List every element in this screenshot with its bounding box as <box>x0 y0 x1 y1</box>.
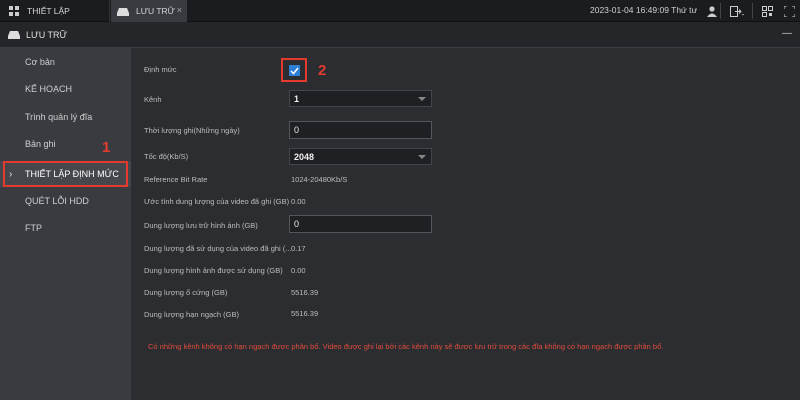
est-video-value: 0.00 <box>291 197 306 206</box>
bitrate-select[interactable]: 2048 <box>289 148 432 165</box>
channel-select[interactable]: 1 <box>289 90 432 107</box>
sidebar-item-schedule[interactable]: KẾ HOẠCH <box>0 76 131 102</box>
quota-capacity-value: 5516.39 <box>291 309 319 318</box>
notice-text: Có những kênh không có hạn ngạch được ph… <box>148 342 664 351</box>
sidebar-item-disk-manager[interactable]: Trình quản lý đĩa <box>0 104 131 130</box>
chevron-down-icon <box>418 155 426 159</box>
main-panel: Định mức 2 Kênh 1 Thời lượng ghi(Những n… <box>132 48 800 400</box>
sidebar-item-label: Bản ghi <box>25 139 56 149</box>
sidebar-item-hdd-check[interactable]: QUÉT LỖI HDD <box>0 188 131 214</box>
hdd-capacity-label: Dung lượng ổ cứng (GB) <box>144 288 228 297</box>
tab-settings[interactable]: THIẾT LẬP <box>0 0 110 22</box>
sidebar-item-basic[interactable]: Cơ bản <box>0 49 131 75</box>
sidebar-item-label: QUÉT LỖI HDD <box>25 196 89 206</box>
checkmark-icon <box>290 67 299 75</box>
used-image-value: 0.00 <box>291 266 306 275</box>
sidebar-item-label: Trình quản lý đĩa <box>25 112 93 122</box>
used-video-value: 0.17 <box>291 244 306 253</box>
image-capacity-input[interactable]: 0 <box>289 215 432 233</box>
image-capacity-label: Dung lượng lưu trữ hình ảnh (GB) <box>144 221 258 230</box>
tab-settings-label: THIẾT LẬP <box>27 6 70 16</box>
channel-label: Kênh <box>144 95 162 104</box>
channel-value: 1 <box>294 93 300 104</box>
section-header: LƯU TRỮ — <box>0 22 800 48</box>
divider <box>752 3 753 19</box>
record-days-label: Thời lượng ghi(Những ngày) <box>144 126 240 135</box>
sidebar: Cơ bản KẾ HOẠCH Trình quản lý đĩa Bản gh… <box>0 48 131 400</box>
quota-checkbox[interactable] <box>289 65 300 76</box>
user-icon[interactable] <box>705 4 719 18</box>
annotation-2: 2 <box>318 62 327 79</box>
quota-label: Định mức <box>144 65 177 74</box>
tab-storage[interactable]: LƯU TRỮ × <box>111 0 187 22</box>
datetime: 2023-01-04 16:49:09 Thứ tư <box>590 5 698 15</box>
ref-bitrate-label: Reference Bit Rate <box>144 175 208 184</box>
record-days-input[interactable]: 0 <box>289 121 432 139</box>
sidebar-item-label: FTP <box>25 223 42 233</box>
top-bar: THIẾT LẬP LƯU TRỮ × 2023-01-04 16:49:09 … <box>0 0 800 22</box>
sidebar-item-record[interactable]: Bản ghi <box>0 131 131 157</box>
ref-bitrate-value: 1024-20480Kb/S <box>291 175 348 184</box>
sidebar-item-label: KẾ HOẠCH <box>25 84 73 94</box>
minimize-button[interactable]: — <box>782 28 792 39</box>
section-title: LƯU TRỮ <box>26 29 68 40</box>
grid-icon <box>8 6 20 16</box>
used-image-label: Dung lượng hình ảnh được sử dụng (GB) <box>144 266 283 275</box>
highlight-box <box>281 58 307 82</box>
used-video-label: Dung lượng đã sử dụng của video đã ghi (… <box>144 244 292 253</box>
divider <box>720 3 721 19</box>
tab-storage-label: LƯU TRỮ <box>136 6 175 16</box>
bitrate-value: 2048 <box>294 151 315 162</box>
sidebar-item-ftp[interactable]: FTP <box>0 215 131 241</box>
hdd-icon <box>8 30 20 39</box>
est-video-label: Ước tính dung lượng của video đã ghi (GB… <box>144 197 290 206</box>
logout-icon[interactable] <box>730 4 744 18</box>
hdd-capacity-value: 5516.39 <box>291 288 319 297</box>
bitrate-label: Tốc độ(Kb/S) <box>144 152 189 161</box>
quota-capacity-label: Dung lượng hạn ngạch (GB) <box>144 310 239 319</box>
annotation-1: 1 <box>102 139 111 156</box>
highlight-box <box>3 161 128 187</box>
fullscreen-icon[interactable] <box>782 4 796 18</box>
hdd-icon <box>117 6 129 16</box>
close-icon[interactable]: × <box>177 5 182 15</box>
sidebar-item-label: Cơ bản <box>25 57 55 67</box>
qrcode-icon[interactable] <box>760 4 774 18</box>
chevron-down-icon <box>418 97 426 101</box>
